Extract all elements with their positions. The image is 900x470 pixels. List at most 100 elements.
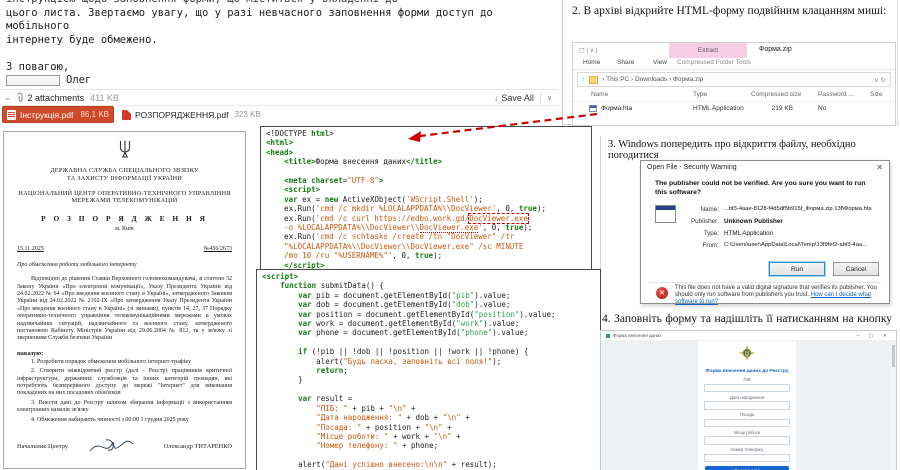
field-label-position: Посада xyxy=(698,412,796,417)
attachment-name: РОЗПОРЯДЖЕННЯ.pdf xyxy=(135,110,228,120)
window-controls[interactable]: – ▢ ✕ xyxy=(857,333,891,339)
document-item-4: 4. Обмеження набирають чинності з 00:00 … xyxy=(17,417,232,424)
attachment-name: Інструкція.pdf xyxy=(20,110,73,120)
input-dob[interactable] xyxy=(704,401,790,410)
email-line: З повагою, xyxy=(6,61,558,75)
column-header-name[interactable]: Name xyxy=(591,91,608,98)
tab-home[interactable]: Home xyxy=(583,59,600,66)
type-label: Type: xyxy=(683,230,719,237)
step2-heading: 2. В архіві відкрийте HTML-форму подвійн… xyxy=(572,5,894,17)
name-value: ...bf3-4aae-8128-f4d5df5b915f_Форма.zip.… xyxy=(724,206,872,213)
email-line: Головний спеціаліст управління реєстрів … xyxy=(6,88,558,89)
ukraine-trident-emblem xyxy=(118,140,132,159)
malicious-dropper-code-block: <!DOCTYPE html><html><head> <title>Форма… xyxy=(260,126,592,270)
org-name-line2: ТА ЗАХИСТУ ІНФОРМАЦІЇ УКРАЇНИ xyxy=(17,175,232,183)
input-work[interactable] xyxy=(704,436,790,445)
attachments-bar: ⌄ 2 attachments 411 KB ↓ Save All ∨ xyxy=(0,89,558,106)
step4-heading: 4. Заповніть форму та надішліть її натис… xyxy=(602,313,892,325)
attachments-count: 2 attachments xyxy=(28,93,85,103)
from-label: From: xyxy=(683,242,719,249)
input-phone[interactable] xyxy=(704,454,790,463)
step3-heading: 3. Windows попередить про відкриття файл… xyxy=(608,139,894,161)
unknown-app-icon xyxy=(655,205,676,223)
field-label-work: Місце роботи xyxy=(698,430,796,435)
tab-compressed-folder-tools[interactable]: Compressed Folder Tools xyxy=(677,59,751,66)
quick-access-toolbar[interactable]: ▢ | ∨ | xyxy=(579,47,597,54)
scrollbar[interactable] xyxy=(891,341,896,470)
hta-file-icon xyxy=(589,105,597,112)
org-name-line1: ДЕРЖАВНА СЛУЖБА СПЕЦІАЛЬНОГО ЗВ'ЯЗКУ xyxy=(17,167,232,175)
dialog-message: The publisher could not be verified. Are… xyxy=(655,180,875,197)
column-header-size[interactable]: Size xyxy=(870,91,883,98)
column-header-type[interactable]: Type xyxy=(693,91,707,98)
agency-emblem-badge xyxy=(739,345,755,361)
column-header-compressed-size[interactable]: Compressed size xyxy=(751,91,801,98)
form-script-code-block: <script> function submitData() { var pib… xyxy=(256,269,601,470)
redacted-name-box xyxy=(6,75,60,86)
chevron-down-icon[interactable]: ⌄ xyxy=(4,92,12,103)
document-date: 15.11.2025 xyxy=(17,246,44,252)
attachment-instrukciya-pdf[interactable]: Інструкція.pdf 86,1 KB xyxy=(2,106,114,123)
publisher-value: Unknown Publisher xyxy=(724,218,783,225)
field-label-phone: Номер телефону xyxy=(698,447,796,452)
document-item-1: 1. Розробити порядок обмеження мобільног… xyxy=(17,359,232,366)
dropdown-icon[interactable]: ∨ xyxy=(874,77,879,84)
attachment-size: 323 KB xyxy=(234,110,260,119)
name-label: Name: xyxy=(683,206,719,213)
divider-vertical-right xyxy=(897,0,898,124)
signer-name: Олександр ТИТАРЕНКО xyxy=(164,443,232,450)
close-icon[interactable]: ✕ xyxy=(876,163,883,172)
dialog-title: Open File - Security Warning xyxy=(647,164,737,171)
signature-scribble xyxy=(86,436,146,456)
run-button[interactable]: Run xyxy=(769,262,825,276)
email-line: цього листа. Звертаємо увагу, що у разі … xyxy=(6,7,558,34)
tab-view[interactable]: View xyxy=(653,59,667,66)
document-order-word: наказую: xyxy=(17,350,232,357)
email-body: інструкцією щодо заповнення форми, що мі… xyxy=(6,0,558,88)
input-pib[interactable] xyxy=(704,384,790,393)
page: інструкцією щодо заповнення форми, що мі… xyxy=(0,0,900,470)
up-arrow-icon[interactable]: ↑ xyxy=(582,76,585,83)
save-all-button[interactable]: Save All xyxy=(501,93,534,103)
from-value: C:\Users\user\AppData\Local\Temp\13f9fef… xyxy=(724,242,867,249)
document-city: м. Київ xyxy=(17,226,232,232)
extract-tab[interactable]: Extract xyxy=(669,43,747,58)
security-warning-dialog: Open File - Security Warning ✕ The publi… xyxy=(640,160,890,304)
pdf-icon xyxy=(122,110,131,120)
invalid-signature-shield-icon: ✕ xyxy=(656,287,668,299)
document-item-3: 3. Внести дані до Реєстру шляхом збиранн… xyxy=(17,400,232,415)
save-all-dropdown-icon[interactable]: ∨ xyxy=(547,94,552,102)
form-card: Форма внесення даних до Реєстру ПІБ Дата… xyxy=(698,341,796,470)
attachment-rozporyadzhennya-pdf[interactable]: РОЗПОРЯДЖЕННЯ.pdf 323 KB xyxy=(122,106,261,123)
refresh-icon[interactable]: ↻ xyxy=(881,77,886,84)
document-number: №456/2673 xyxy=(204,246,232,252)
address-bar[interactable]: ↑ › This PC › Downloads › Форма.zip ∨ ↻ xyxy=(577,72,891,87)
submit-data-button[interactable]: Внести дані xyxy=(705,466,789,470)
dropdown-icon[interactable]: ∨ xyxy=(590,48,594,54)
attachment-size: 86,1 KB xyxy=(81,110,109,119)
document-item-2: 2. Створити міжвідомчий реєстр (далі - Р… xyxy=(17,368,232,398)
field-label-dob: Дата народження xyxy=(698,395,796,400)
save-all-icon: ↓ xyxy=(494,93,499,103)
column-header-password[interactable]: Password ... xyxy=(818,91,854,98)
window-icon xyxy=(606,334,610,338)
type-value: HTML Application xyxy=(724,230,773,237)
document-type: Р О З П О Р Я Д Ж Е Н Н Я xyxy=(17,214,232,223)
form-heading: Форма внесення даних до Реєстру xyxy=(704,369,790,375)
input-position[interactable] xyxy=(704,419,790,428)
breadcrumb[interactable]: › This PC › Downloads › Форма.zip xyxy=(602,76,703,83)
scrollbar-thumb[interactable] xyxy=(892,345,895,367)
publisher-label: Publisher: xyxy=(683,218,719,225)
cancel-button[interactable]: Cancel xyxy=(833,262,879,276)
file-name: Форма.hta xyxy=(601,105,632,112)
email-line-blank xyxy=(6,47,558,61)
paperclip-icon xyxy=(16,92,24,103)
field-label-pib: ПІБ xyxy=(698,377,796,382)
sender-first-name: Олег xyxy=(66,74,91,86)
tab-share[interactable]: Share xyxy=(617,59,634,66)
data-entry-form-window: Форма внесення даних – ▢ ✕ Форма внесенн… xyxy=(600,330,897,470)
document-body: Відповідно до рішення Ставки Верховного … xyxy=(17,276,232,343)
file-type: HTML Application xyxy=(693,105,744,112)
file-row-forma-hta[interactable]: Форма.hta HTML Application 219 KB No xyxy=(573,102,895,115)
center-name-line2: МЕРЕЖАМИ ТЕЛЕКОМУНІКАЦІЙ xyxy=(17,197,232,205)
